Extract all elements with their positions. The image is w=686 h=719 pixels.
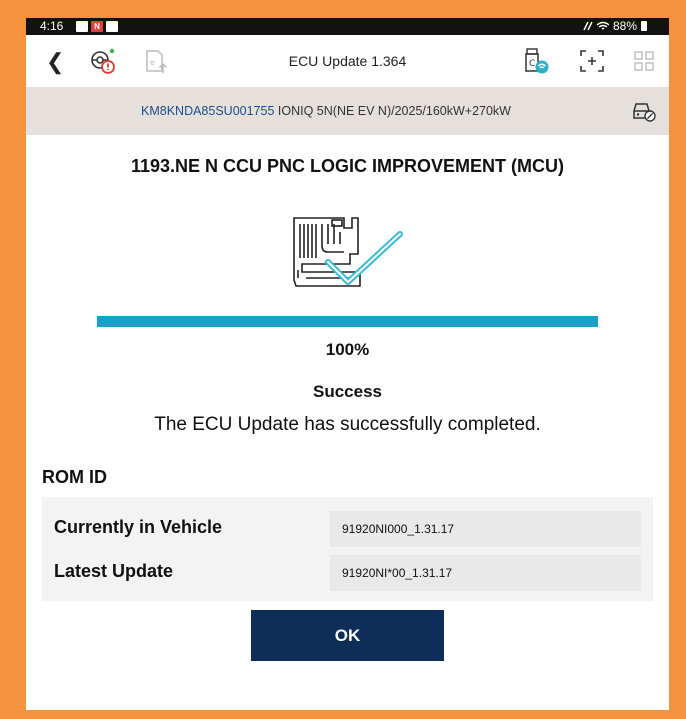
gallery-notification-icon (76, 21, 88, 32)
wifi-signal-icon (583, 21, 609, 31)
rom-row-label: Latest Update (54, 561, 174, 581)
svg-text:C: C (529, 59, 535, 69)
ok-button[interactable]: OK (251, 610, 444, 661)
rom-row-value: 91920NI000_1.31.17 (330, 511, 641, 547)
app-bar: ❮ e ECU Update 1.364 C (26, 35, 669, 87)
progress-bar (97, 316, 598, 327)
vci-connection-icon[interactable]: C (522, 47, 550, 75)
progress-percent: 100% (325, 340, 370, 359)
battery-percent: 88% (612, 19, 637, 33)
status-title: Success (313, 382, 382, 401)
app-notification-icon (106, 21, 118, 32)
vehicle-status-icon[interactable] (631, 99, 657, 123)
ecu-update-success-icon (293, 217, 403, 287)
rom-row-current: Currently in Vehicle 91920NI000_1.31.17 (42, 505, 653, 549)
update-heading: 1193.NE N CCU PNC LOGIC IMPROVEMENT (MCU… (130, 156, 565, 176)
status-message: The ECU Update has successfully complete… (154, 414, 541, 435)
rom-id-label: ROM ID (42, 467, 107, 487)
grid-menu-icon[interactable] (630, 47, 658, 75)
vehicle-vin: KM8KNDA85SU001755 (141, 104, 275, 118)
status-time: 4:16 (40, 19, 64, 33)
vehicle-model: IONIQ 5N(NE EV N)/2025/160kW+270kW (277, 104, 511, 118)
battery-icon (641, 21, 647, 31)
screen-capture-icon[interactable] (578, 47, 606, 75)
progress-fill (97, 316, 598, 327)
app-title: ECU Update 1.364 (288, 53, 407, 69)
rom-id-table: Currently in Vehicle 91920NI000_1.31.17 … (42, 497, 653, 601)
vehicle-info-bar: KM8KNDA85SU001755 IONIQ 5N(NE EV N)/2025… (26, 87, 669, 135)
calendar-notification-icon: N (91, 21, 103, 32)
app-window: 4:16 N 88% ❮ e ECU Update 1.364 C KM8KND… (26, 18, 669, 710)
status-bar: 4:16 N 88% (26, 18, 669, 35)
rom-row-label: Currently in Vehicle (54, 517, 223, 537)
rom-row-value: 91920NI*00_1.31.17 (330, 555, 641, 591)
rom-row-latest: Latest Update 91920NI*00_1.31.17 (42, 549, 653, 593)
